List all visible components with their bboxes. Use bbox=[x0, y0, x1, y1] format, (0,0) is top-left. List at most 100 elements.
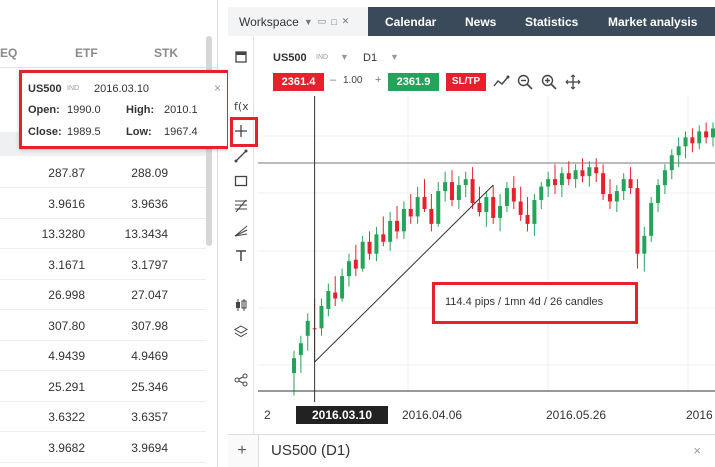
high-value: 2010.1 bbox=[164, 104, 198, 116]
ask-cell: 13.3434 bbox=[124, 227, 168, 241]
x-tick-label: 2016.05.26 bbox=[546, 408, 607, 422]
candle-body bbox=[704, 131, 709, 138]
indicator-icon[interactable] bbox=[492, 73, 510, 91]
table-row[interactable]: 3.6322 3.6357 bbox=[0, 402, 206, 432]
layers-icon[interactable] bbox=[232, 323, 250, 341]
share-icon[interactable] bbox=[232, 371, 250, 389]
quantity-field[interactable]: 1.00 bbox=[343, 75, 362, 86]
candle-body bbox=[607, 194, 612, 202]
bid-cell: 13.3280 bbox=[41, 227, 85, 241]
drawing-toolbar: f(x) bbox=[228, 36, 254, 436]
window-icon[interactable] bbox=[232, 48, 250, 66]
candle-body bbox=[333, 292, 338, 299]
table-row[interactable]: 25.291 25.346 bbox=[0, 372, 206, 402]
market-tabs: EQ ETF STK bbox=[0, 36, 217, 68]
tab-etf[interactable]: ETF bbox=[75, 46, 98, 60]
crosshair-date-label: 2016.03.10 bbox=[296, 406, 388, 424]
measure-annotation: 114.4 pips / 1mn 4d / 26 candles bbox=[432, 282, 638, 324]
candle-body bbox=[374, 234, 379, 254]
add-tab-button[interactable]: + bbox=[232, 441, 252, 461]
ask-cell: 27.047 bbox=[131, 288, 168, 302]
tab-calendar[interactable]: Calendar bbox=[385, 15, 436, 29]
high-label: High: bbox=[126, 104, 155, 116]
ask-cell: 288.09 bbox=[131, 166, 168, 180]
chart-tab-title: US500 (D1) bbox=[271, 442, 351, 459]
candle-body bbox=[491, 197, 496, 218]
buy-button[interactable]: 2361.9 bbox=[388, 73, 439, 91]
candle-body bbox=[614, 191, 619, 202]
candles-icon[interactable] bbox=[232, 296, 250, 314]
tab-market-analysis[interactable]: Market analysis bbox=[608, 15, 697, 29]
candle-body bbox=[477, 203, 482, 212]
close-icon[interactable]: × bbox=[214, 81, 221, 95]
fibonacci-icon[interactable] bbox=[232, 197, 250, 215]
x-tick-label: 2016 bbox=[686, 408, 713, 422]
ask-cell: 25.346 bbox=[131, 379, 168, 394]
candle-body bbox=[518, 201, 523, 215]
candle-body bbox=[456, 185, 461, 201]
candle-body bbox=[628, 179, 633, 189]
candle-body bbox=[669, 155, 674, 171]
candle-body bbox=[649, 203, 654, 236]
rectangle-icon[interactable] bbox=[232, 172, 250, 190]
candle-body bbox=[504, 188, 509, 206]
ask-cell: 307.98 bbox=[131, 318, 168, 333]
maximize-icon[interactable]: □ bbox=[331, 17, 336, 27]
sell-button[interactable]: 2361.4 bbox=[273, 73, 324, 91]
text-icon[interactable] bbox=[232, 247, 250, 265]
candle-body bbox=[559, 173, 564, 186]
tab-eq[interactable]: EQ bbox=[0, 46, 17, 60]
table-row[interactable]: 3.9682 3.9694 bbox=[0, 433, 206, 463]
move-icon[interactable] bbox=[564, 73, 582, 91]
fan-icon[interactable] bbox=[232, 222, 250, 240]
function-icon[interactable]: f(x) bbox=[232, 97, 250, 115]
candle-body bbox=[443, 182, 448, 192]
candle-body bbox=[601, 173, 606, 195]
close-icon[interactable]: × bbox=[693, 443, 701, 458]
minimize-icon[interactable]: ▭ bbox=[318, 16, 327, 27]
close-label: Close: bbox=[28, 126, 62, 138]
ask-cell: 3.1797 bbox=[131, 257, 168, 272]
minus-icon[interactable]: – bbox=[330, 74, 336, 86]
candle-body bbox=[298, 343, 303, 356]
chevron-down-icon[interactable]: ▼ bbox=[340, 52, 349, 62]
candle-body bbox=[566, 173, 571, 180]
candle-body bbox=[422, 197, 427, 209]
sltp-button[interactable]: SL/TP bbox=[446, 73, 486, 91]
candle-body bbox=[395, 220, 400, 232]
chevron-down-icon[interactable]: ▼ bbox=[390, 52, 399, 62]
candle-body bbox=[594, 167, 599, 174]
time-axis: 2 2016.04.06 2016.05.26 2016 2016.03.10 bbox=[258, 402, 715, 432]
workspace-tab[interactable]: Workspace ▼ ▭ □ ✕ bbox=[228, 7, 368, 36]
tab-news[interactable]: News bbox=[465, 15, 496, 29]
close-icon[interactable]: ✕ bbox=[342, 16, 350, 27]
price-chart[interactable] bbox=[258, 96, 715, 432]
timeframe-select[interactable]: D1 bbox=[363, 52, 377, 64]
zoom-out-icon[interactable] bbox=[516, 73, 534, 91]
ask-cell: 3.9636 bbox=[131, 196, 168, 211]
chart-tab[interactable]: US500 (D1) × bbox=[258, 435, 715, 467]
candle-body bbox=[340, 276, 345, 299]
candle-body bbox=[662, 170, 667, 186]
caret-down-icon[interactable]: ▼ bbox=[304, 17, 313, 27]
table-row[interactable]: 4.9439 4.9469 bbox=[0, 341, 206, 371]
table-row[interactable]: 3.9616 3.9636 bbox=[0, 189, 206, 219]
candle-body bbox=[621, 179, 626, 192]
table-row[interactable]: 3.1671 3.1797 bbox=[0, 250, 206, 280]
tab-stk[interactable]: STK bbox=[154, 46, 178, 60]
candle-body bbox=[676, 146, 681, 156]
zoom-in-icon[interactable] bbox=[540, 73, 558, 91]
candle-body bbox=[326, 291, 331, 309]
trendline-icon[interactable] bbox=[232, 147, 250, 165]
close-value: 1989.5 bbox=[67, 126, 101, 138]
open-label: Open: bbox=[28, 104, 60, 116]
table-row[interactable]: 26.998 27.047 bbox=[0, 280, 206, 310]
table-row[interactable]: 13.3280 13.3434 bbox=[0, 219, 206, 249]
plus-icon[interactable]: + bbox=[375, 74, 381, 86]
table-row[interactable]: 307.80 307.98 bbox=[0, 311, 206, 341]
tab-statistics[interactable]: Statistics bbox=[525, 15, 578, 29]
candle-body bbox=[484, 197, 489, 212]
table-row[interactable]: 287.87 288.09 bbox=[0, 158, 206, 188]
trading-app: EQ ETF STK 287.87 288.09 3.9616 3.9636 13.32… bbox=[0, 0, 715, 467]
chart-symbol[interactable]: US500 bbox=[273, 52, 307, 64]
